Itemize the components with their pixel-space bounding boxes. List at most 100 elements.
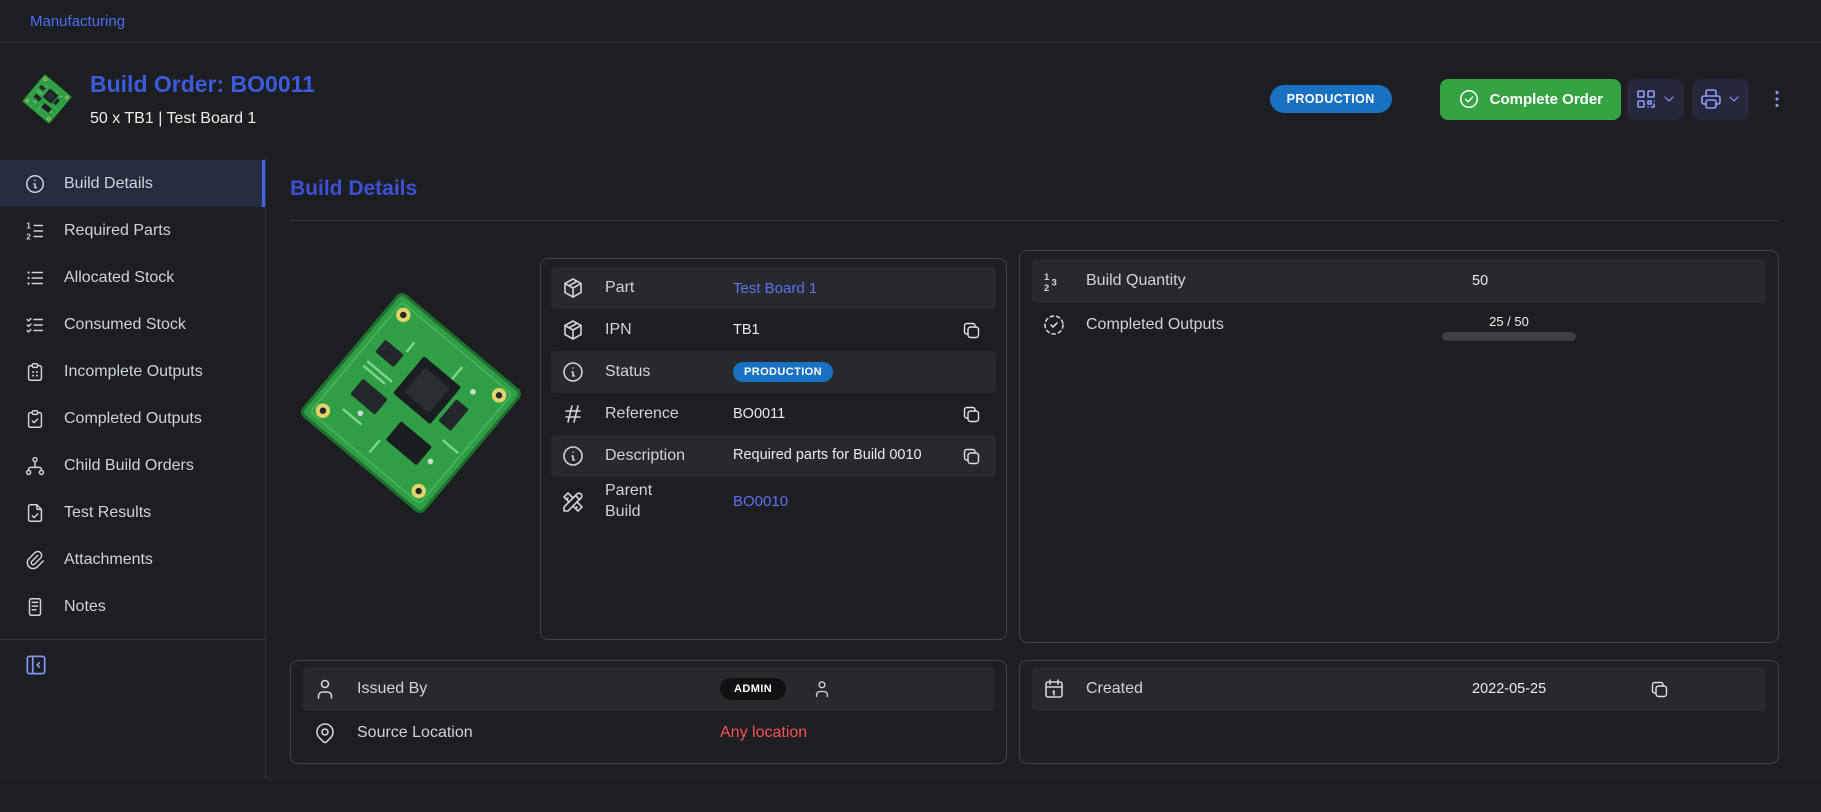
created-value: 2022-05-25 xyxy=(1472,681,1546,697)
chevron-down-icon xyxy=(1726,91,1742,107)
svg-text:1: 1 xyxy=(1044,272,1050,283)
copy-icon xyxy=(961,320,982,341)
list-numbers-icon: 1 2 xyxy=(24,220,46,242)
more-actions-button[interactable] xyxy=(1763,79,1791,120)
sidebar-item-child-build-orders[interactable]: Child Build Orders xyxy=(0,442,265,489)
user-icon xyxy=(313,677,337,701)
complete-order-button[interactable]: Complete Order xyxy=(1440,79,1621,120)
paperclip-icon xyxy=(24,549,46,571)
detail-row-issued-by: Issued By ADMIN xyxy=(303,667,994,711)
build-quantities-panel: 1 2 3 Build Quantity 50 Completed Output… xyxy=(1019,250,1779,643)
sidebar-item-notes[interactable]: Notes xyxy=(0,583,265,630)
qr-code-icon xyxy=(1634,87,1658,111)
source-location-value: Any location xyxy=(720,724,807,742)
sitemap-icon xyxy=(24,455,46,477)
build-details-section: Part Test Board 1 IPN TB1 xyxy=(290,250,1007,643)
build-details-table: Part Test Board 1 IPN TB1 xyxy=(540,258,1007,640)
svg-text:1: 1 xyxy=(26,221,31,230)
notes-icon xyxy=(24,596,46,618)
sidebar-item-label: Test Results xyxy=(64,504,151,522)
copy-button[interactable] xyxy=(961,446,982,467)
sidebar-item-required-parts[interactable]: 1 2 Required Parts xyxy=(0,207,265,254)
sidebar-item-label: Child Build Orders xyxy=(64,457,194,475)
barcode-actions-button[interactable] xyxy=(1627,79,1684,120)
detail-label: Build Quantity xyxy=(1086,272,1416,290)
detail-label: Parent Build xyxy=(605,481,733,523)
list-check-icon xyxy=(24,314,46,336)
circle-check-icon xyxy=(1458,88,1480,110)
progress-label: 25 / 50 xyxy=(1489,314,1529,329)
part-link[interactable]: Test Board 1 xyxy=(733,280,817,297)
page-title: Build Order: BO0011 xyxy=(90,71,315,98)
complete-order-label: Complete Order xyxy=(1490,91,1603,108)
numbers-123-icon: 1 2 3 xyxy=(1042,269,1066,293)
sidebar-collapse-icon xyxy=(23,652,49,678)
sidebar-item-label: Consumed Stock xyxy=(64,316,186,334)
panel-heading: Build Details xyxy=(290,177,1779,201)
detail-label: Part xyxy=(605,278,733,299)
build-quantity-value: 50 xyxy=(1472,273,1488,289)
detail-row-parent-build: Parent Build BO0010 xyxy=(551,477,996,527)
detail-row-ipn: IPN TB1 xyxy=(551,309,996,351)
tools-icon xyxy=(561,490,585,514)
status-badge: PRODUCTION xyxy=(733,362,833,382)
copy-icon xyxy=(1649,679,1670,700)
completed-outputs-progress: 25 / 50 xyxy=(1442,310,1576,341)
created-panel: Created 2022-05-25 xyxy=(1019,660,1779,764)
heading-divider xyxy=(290,220,1779,221)
status-badge: PRODUCTION xyxy=(1270,85,1392,113)
detail-label: Issued By xyxy=(357,680,684,698)
parent-build-link[interactable]: BO0010 xyxy=(733,493,788,510)
detail-label: Reference xyxy=(605,404,733,425)
sidebar-item-label: Completed Outputs xyxy=(64,410,202,428)
sidebar-item-consumed-stock[interactable]: Consumed Stock xyxy=(0,301,265,348)
package-icon xyxy=(561,276,585,300)
chevron-down-icon xyxy=(1661,91,1677,107)
page-subtitle: 50 x TB1 | Test Board 1 xyxy=(90,110,315,128)
copy-button[interactable] xyxy=(1649,679,1670,700)
detail-label: Created xyxy=(1086,680,1416,698)
copy-button[interactable] xyxy=(961,320,982,341)
issued-by-badge: ADMIN xyxy=(720,678,786,700)
copy-icon xyxy=(961,404,982,425)
sidebar-item-attachments[interactable]: Attachments xyxy=(0,536,265,583)
info-circle-icon xyxy=(561,444,585,468)
svg-text:3: 3 xyxy=(1052,278,1057,289)
sidebar-item-test-results[interactable]: Test Results xyxy=(0,489,265,536)
breadcrumb: Manufacturing xyxy=(0,0,1821,43)
sidebar-collapse-button[interactable] xyxy=(23,652,49,678)
progress-check-icon xyxy=(1042,313,1066,337)
sidebar-item-label: Incomplete Outputs xyxy=(64,363,203,381)
detail-label: Completed Outputs xyxy=(1086,316,1416,334)
sidebar-item-label: Allocated Stock xyxy=(64,269,174,287)
dots-vertical-icon xyxy=(1766,88,1788,110)
header-titles: Build Order: BO0011 50 x TB1 | Test Boar… xyxy=(90,71,315,128)
print-actions-button[interactable] xyxy=(1692,79,1749,120)
breadcrumb-manufacturing-link[interactable]: Manufacturing xyxy=(30,13,125,30)
copy-button[interactable] xyxy=(961,404,982,425)
svg-text:2: 2 xyxy=(1044,283,1049,293)
clipboard-check-icon xyxy=(24,408,46,430)
detail-row-description: Description Required parts for Build 001… xyxy=(551,435,996,477)
sidebar-item-allocated-stock[interactable]: Allocated Stock xyxy=(0,254,265,301)
info-circle-icon xyxy=(24,173,46,195)
hash-icon xyxy=(561,402,585,426)
sidebar-item-completed-outputs[interactable]: Completed Outputs xyxy=(0,395,265,442)
sidebar-divider xyxy=(0,639,265,640)
detail-row-part: Part Test Board 1 xyxy=(551,267,996,309)
file-check-icon xyxy=(24,502,46,524)
detail-row-reference: Reference BO0011 xyxy=(551,393,996,435)
detail-label: Description xyxy=(605,446,733,467)
sidebar-item-incomplete-outputs[interactable]: Incomplete Outputs xyxy=(0,348,265,395)
list-icon xyxy=(24,267,46,289)
reference-value: BO0011 xyxy=(733,406,961,422)
sidebar-item-label: Attachments xyxy=(64,551,153,569)
copy-icon xyxy=(961,446,982,467)
detail-row-completed-outputs: Completed Outputs 25 / 50 xyxy=(1032,303,1766,347)
ipn-value: TB1 xyxy=(733,322,961,338)
page-footer xyxy=(0,777,1821,812)
detail-row-build-quantity: 1 2 3 Build Quantity 50 xyxy=(1032,259,1766,303)
header-actions: PRODUCTION Complete Order xyxy=(1270,79,1791,120)
sidebar-item-build-details[interactable]: Build Details xyxy=(0,160,265,207)
detail-label: Source Location xyxy=(357,724,684,742)
